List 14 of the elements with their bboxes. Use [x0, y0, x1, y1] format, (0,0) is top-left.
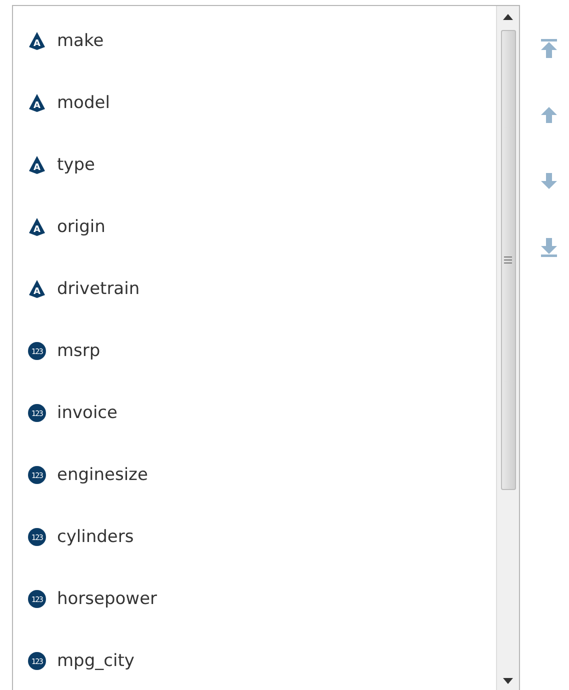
- variable-item[interactable]: A origin: [28, 206, 496, 268]
- variable-item[interactable]: A drivetrain: [28, 268, 496, 330]
- character-type-icon: A: [28, 155, 46, 175]
- variable-item[interactable]: A model: [28, 82, 496, 144]
- character-type-icon: A: [28, 217, 46, 237]
- character-type-icon: A: [28, 93, 46, 113]
- character-type-icon: A: [28, 279, 46, 299]
- variable-item[interactable]: A type: [28, 144, 496, 206]
- character-type-icon: A: [28, 31, 46, 51]
- scroll-up-arrow-icon[interactable]: [503, 14, 513, 20]
- scroll-down-arrow-icon[interactable]: [503, 678, 513, 684]
- scrollbar[interactable]: [496, 6, 519, 690]
- scrollbar-thumb[interactable]: [500, 30, 516, 490]
- variable-item[interactable]: A make: [28, 20, 496, 82]
